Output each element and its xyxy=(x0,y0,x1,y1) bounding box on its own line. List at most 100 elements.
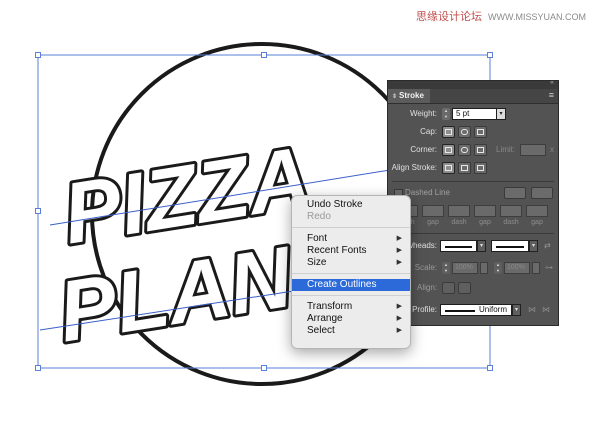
submenu-arrow-icon: ▶ xyxy=(396,247,402,254)
link-scale-icon[interactable]: ⊶ xyxy=(545,261,553,275)
cap-row: Cap: xyxy=(388,125,558,139)
selection-handle[interactable] xyxy=(487,365,493,371)
stroke-panel-header: ⇕ Stroke ≡ xyxy=(388,89,558,104)
dash-label-3: dash xyxy=(503,219,519,226)
dash-field-3[interactable] xyxy=(500,205,522,217)
corner-row: Corner: Limit: x xyxy=(388,143,558,157)
panel-title-bar[interactable]: « xyxy=(388,81,558,89)
cap-label: Cap: xyxy=(420,127,437,136)
menu-item-arrange[interactable]: Arrange ▶ xyxy=(292,313,410,325)
limit-input[interactable] xyxy=(520,144,546,156)
dashed-line-label: Dashed Line xyxy=(405,188,450,197)
menu-separator xyxy=(292,273,410,274)
scale-start-input[interactable]: 100% xyxy=(452,262,478,274)
selection-handle[interactable] xyxy=(35,208,41,214)
align-inside-icon xyxy=(461,165,468,171)
scale-end-stepper[interactable]: ▲ ▼ xyxy=(494,262,502,274)
round-cap-button[interactable] xyxy=(458,126,471,138)
weight-dropdown-button[interactable]: ▾ xyxy=(496,108,506,120)
submenu-arrow-icon: ▶ xyxy=(396,327,402,334)
align-center-button[interactable] xyxy=(442,162,455,174)
align-stroke-row: Align Stroke: xyxy=(388,161,558,175)
selection-handle[interactable] xyxy=(35,52,41,58)
limit-x-label: x xyxy=(550,145,554,154)
weight-label: Weight: xyxy=(410,109,437,118)
arrow-extend-beyond-button[interactable] xyxy=(442,282,455,294)
flip-along-icon[interactable]: ⋈ xyxy=(528,303,536,317)
scale-end-dropdown[interactable] xyxy=(532,262,540,274)
submenu-arrow-icon: ▶ xyxy=(396,315,402,322)
gap-field-2[interactable] xyxy=(474,205,496,217)
gap-label-2: gap xyxy=(479,219,491,226)
tab-expand-icon[interactable]: ⇕ xyxy=(392,94,397,100)
corner-label: Corner: xyxy=(410,145,437,154)
start-arrowhead-select[interactable] xyxy=(440,240,477,252)
scale-start-dropdown[interactable] xyxy=(480,262,488,274)
projecting-cap-button[interactable] xyxy=(474,126,487,138)
miter-join-button[interactable] xyxy=(442,144,455,156)
flip-across-icon[interactable]: ⋈ xyxy=(542,303,550,317)
profile-select[interactable]: Uniform xyxy=(440,304,512,316)
arrow-align-row: Align: xyxy=(388,281,558,295)
menu-item-create-outlines[interactable]: Create Outlines xyxy=(292,279,410,291)
menu-separator xyxy=(292,227,410,228)
start-arrowhead-dropdown[interactable]: ▾ xyxy=(477,240,486,252)
submenu-arrow-icon: ▶ xyxy=(396,259,402,266)
swap-arrowheads-icon[interactable]: ⇄ xyxy=(544,239,551,253)
menu-item-recent-fonts-label: Recent Fonts xyxy=(307,245,367,256)
menu-item-undo-stroke[interactable]: Undo Stroke xyxy=(292,199,410,211)
menu-item-transform-label: Transform xyxy=(307,301,353,312)
weight-row: Weight: ▲ ▼ 5 pt ▾ xyxy=(388,107,558,121)
dash-preserve-button[interactable] xyxy=(504,187,526,199)
selection-handle[interactable] xyxy=(261,52,267,58)
arrowheads-row: Arrowheads: ▾ ▾ ⇄ xyxy=(388,239,558,253)
bevel-join-icon xyxy=(477,147,484,153)
menu-item-redo[interactable]: Redo xyxy=(292,211,410,223)
weight-input[interactable]: 5 pt xyxy=(452,108,497,120)
gap-label-1: gap xyxy=(427,219,439,226)
submenu-arrow-icon: ▶ xyxy=(396,303,402,310)
panel-menu-icon[interactable]: ≡ xyxy=(549,90,554,100)
menu-item-arrange-label: Arrange xyxy=(307,313,343,324)
align-outside-button[interactable] xyxy=(474,162,487,174)
dash-label-2: dash xyxy=(451,219,467,226)
start-arrowhead-preview xyxy=(445,246,472,248)
submenu-arrow-icon: ▶ xyxy=(396,235,402,242)
panel-divider xyxy=(392,181,554,182)
scale-end-input[interactable]: 100% xyxy=(504,262,530,274)
dash-align-button[interactable] xyxy=(531,187,553,199)
stroke-panel-title: Stroke xyxy=(399,91,424,100)
profile-dropdown[interactable]: ▾ xyxy=(512,304,521,316)
tab-stroke[interactable]: ⇕ Stroke xyxy=(388,89,430,103)
round-join-button[interactable] xyxy=(458,144,471,156)
end-arrowhead-dropdown[interactable]: ▾ xyxy=(529,240,538,252)
menu-item-font[interactable]: Font ▶ xyxy=(292,233,410,245)
dash-field-2[interactable] xyxy=(448,205,470,217)
end-arrowhead-select[interactable] xyxy=(491,240,529,252)
menu-item-select-label: Select xyxy=(307,325,335,336)
scale-start-stepper[interactable]: ▲ ▼ xyxy=(442,262,450,274)
bevel-join-button[interactable] xyxy=(474,144,487,156)
gap-field-3[interactable] xyxy=(526,205,548,217)
profile-value: Uniform xyxy=(478,305,507,314)
limit-label: Limit: xyxy=(496,145,516,154)
miter-join-icon xyxy=(445,147,452,153)
selection-handle[interactable] xyxy=(261,365,267,371)
context-menu: Undo Stroke Redo Font ▶ Recent Fonts ▶ Siz… xyxy=(291,195,411,349)
menu-item-transform[interactable]: Transform ▶ xyxy=(292,301,410,313)
butt-cap-button[interactable] xyxy=(442,126,455,138)
gap-field-1[interactable] xyxy=(422,205,444,217)
weight-stepper[interactable]: ▲ ▼ xyxy=(442,108,450,120)
selection-handle[interactable] xyxy=(35,365,41,371)
menu-item-recent-fonts[interactable]: Recent Fonts ▶ xyxy=(292,245,410,257)
menu-item-font-label: Font xyxy=(307,233,328,244)
collapse-panel-icon[interactable]: « xyxy=(550,81,554,86)
end-arrowhead-preview xyxy=(496,246,524,248)
round-join-icon xyxy=(461,147,468,153)
profile-row: Profile: Uniform ▾ ⋈ ⋈ xyxy=(388,303,558,317)
arrow-place-at-end-button[interactable] xyxy=(458,282,471,294)
selection-handle[interactable] xyxy=(487,52,493,58)
menu-item-size[interactable]: Size ▶ xyxy=(292,257,410,269)
align-inside-button[interactable] xyxy=(458,162,471,174)
menu-item-select[interactable]: Select ▶ xyxy=(292,325,410,337)
